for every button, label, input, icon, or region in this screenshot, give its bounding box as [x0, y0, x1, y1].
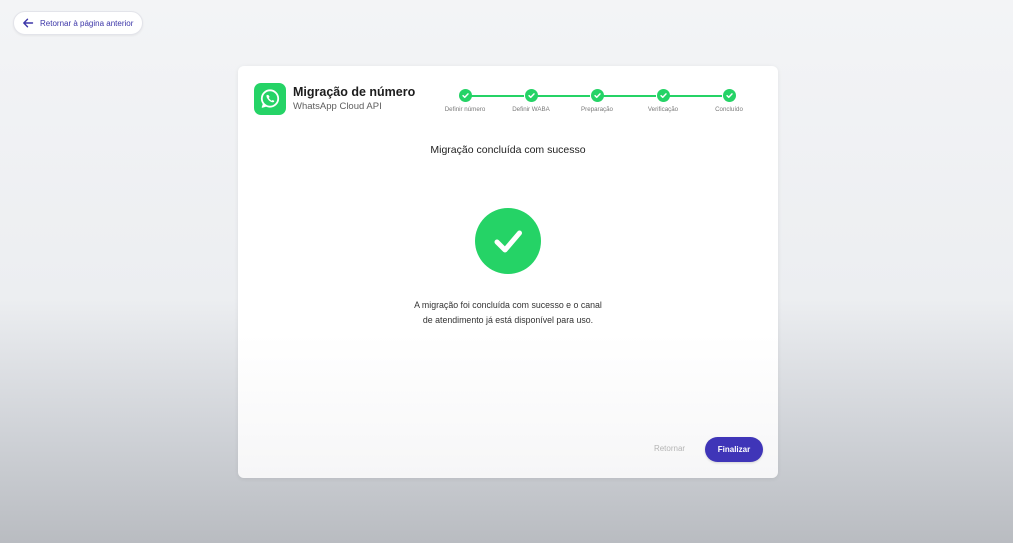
step-label-preparacao: Preparação [581, 106, 613, 113]
success-message: A migração foi concluída com sucesso e o… [238, 298, 778, 328]
progress-stepper: Definir número Definir WABA Preparação V… [238, 66, 778, 126]
step-label-verificacao: Verificação [647, 106, 679, 113]
step-check-icon [722, 89, 736, 102]
step-connector [537, 94, 590, 97]
step-label-definir-waba: Definir WABA [512, 106, 550, 113]
step-check-icon [656, 89, 670, 102]
step-check-icon [590, 89, 604, 102]
step-connector [471, 94, 524, 97]
step-label-definir-numero: Definir número [444, 106, 486, 113]
step-connector [669, 94, 722, 97]
success-message-line-1: A migração foi concluída com sucesso e o… [414, 300, 602, 310]
success-message-line-2: de atendimento já está disponível para u… [422, 315, 594, 325]
return-button[interactable]: Retornar [640, 437, 699, 461]
check-circle-icon [475, 208, 541, 274]
arrow-left-icon [23, 18, 34, 28]
migration-card: Migração de número WhatsApp Cloud API De… [238, 66, 778, 478]
status-heading: Migração concluída com sucesso [430, 144, 586, 156]
step-connector [603, 94, 656, 97]
finish-button[interactable]: Finalizar [705, 437, 763, 462]
step-check-icon [458, 89, 472, 102]
back-to-previous-page-button[interactable]: Retornar à página anterior [13, 11, 144, 35]
step-check-icon [524, 89, 538, 102]
step-label-concluido: Concluído [715, 106, 743, 113]
back-link-label: Retornar à página anterior [40, 18, 134, 28]
